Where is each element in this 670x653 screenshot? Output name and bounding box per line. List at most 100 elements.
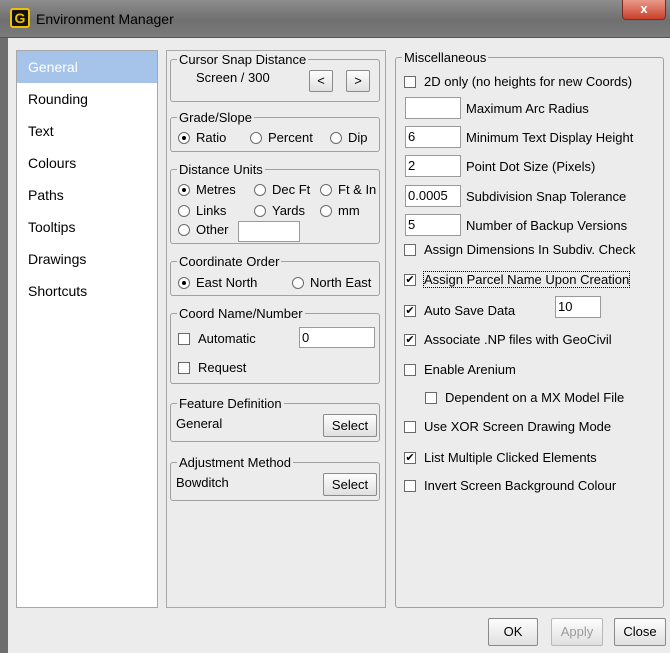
enable-arenium-checkbox[interactable]: Enable Arenium <box>404 362 516 377</box>
units-mm-radio[interactable]: mm <box>320 203 360 218</box>
adjustment-select-button[interactable]: Select <box>323 473 377 496</box>
radio-icon <box>292 276 304 289</box>
nav-item-drawings[interactable]: Drawings <box>17 243 157 275</box>
feature-definition-legend: Feature Definition <box>179 396 282 411</box>
units-other-radio[interactable]: Other <box>178 222 229 237</box>
min-text-height-input[interactable]: 6 <box>405 126 461 148</box>
units-ftin-radio[interactable]: Ft & In <box>320 182 376 197</box>
units-metres-radio[interactable]: Metres <box>178 182 236 197</box>
checkmark-icon: ✔ <box>404 273 416 286</box>
snap-increase-button[interactable]: > <box>346 70 370 92</box>
backup-versions-input[interactable]: 5 <box>405 214 461 236</box>
units-mm-label: mm <box>338 203 360 218</box>
snap-decrease-button[interactable]: < <box>309 70 333 92</box>
units-decft-radio[interactable]: Dec Ft <box>254 182 310 197</box>
two-d-only-label: 2D only (no heights for new Coords) <box>424 74 633 89</box>
units-decft-label: Dec Ft <box>272 182 311 197</box>
automatic-label: Automatic <box>198 331 256 346</box>
checkbox-icon <box>404 243 416 256</box>
units-links-radio[interactable]: Links <box>178 203 226 218</box>
radio-icon <box>320 183 332 196</box>
adjustment-method-legend: Adjustment Method <box>179 455 292 470</box>
units-other-input[interactable] <box>238 221 300 242</box>
feature-select-button[interactable]: Select <box>323 414 377 437</box>
title-bar: G Environment Manager x <box>0 0 670 38</box>
radio-selected-icon <box>178 183 190 196</box>
checkbox-icon <box>404 75 416 88</box>
order-north-east-radio[interactable]: North East <box>292 275 371 290</box>
units-ftin-label: Ft & In <box>338 182 377 197</box>
order-east-north-label: East North <box>196 275 258 290</box>
max-arc-radius-input[interactable] <box>405 97 461 119</box>
grade-slope-legend: Grade/Slope <box>179 110 252 125</box>
ok-button[interactable]: OK <box>488 618 538 646</box>
list-multiple-checkbox[interactable]: ✔ List Multiple Clicked Elements <box>404 450 597 465</box>
apply-button[interactable]: Apply <box>551 618 603 646</box>
auto-save-label: Auto Save Data <box>424 303 516 318</box>
point-dot-size-input[interactable]: 2 <box>405 155 461 177</box>
miscellaneous-legend: Miscellaneous <box>404 50 487 65</box>
request-checkbox[interactable]: Request <box>178 360 246 375</box>
category-list[interactable]: General Rounding Text Colours Paths Tool… <box>16 50 158 608</box>
nav-item-text[interactable]: Text <box>17 115 157 147</box>
assign-dimensions-label: Assign Dimensions In Subdiv. Check <box>424 242 636 257</box>
radio-icon <box>320 204 332 217</box>
nav-item-shortcuts[interactable]: Shortcuts <box>17 275 157 307</box>
assign-parcel-name-checkbox[interactable]: ✔ Assign Parcel Name Upon Creation <box>404 271 631 288</box>
xor-mode-checkbox[interactable]: Use XOR Screen Drawing Mode <box>404 419 611 434</box>
automatic-checkbox[interactable]: Automatic <box>178 331 256 346</box>
radio-selected-icon <box>178 131 190 144</box>
checkmark-icon: ✔ <box>404 451 416 464</box>
max-arc-radius-label: Maximum Arc Radius <box>466 101 589 116</box>
point-dot-size-label: Point Dot Size (Pixels) <box>466 159 596 174</box>
window-close-button[interactable]: x <box>622 0 666 20</box>
auto-save-interval-input[interactable]: 10 <box>555 296 601 318</box>
adjustment-method-value: Bowditch <box>176 475 229 490</box>
coordinate-order-legend: Coordinate Order <box>179 254 280 269</box>
nav-item-rounding[interactable]: Rounding <box>17 83 157 115</box>
backup-versions-label: Number of Backup Versions <box>466 218 628 233</box>
dependent-mx-label: Dependent on a MX Model File <box>445 390 625 405</box>
units-yards-radio[interactable]: Yards <box>254 203 305 218</box>
checkmark-icon: ✔ <box>404 333 416 346</box>
units-metres-label: Metres <box>196 182 236 197</box>
associate-np-checkbox[interactable]: ✔ Associate .NP files with GeoCivil <box>404 332 612 347</box>
checkbox-icon <box>404 479 416 492</box>
enable-arenium-label: Enable Arenium <box>424 362 516 377</box>
subdiv-snap-label: Subdivision Snap Tolerance <box>466 189 627 204</box>
nav-item-colours[interactable]: Colours <box>17 147 157 179</box>
feature-definition-value: General <box>176 416 223 431</box>
window-frame <box>0 38 8 653</box>
radio-icon <box>330 131 342 144</box>
associate-np-label: Associate .NP files with GeoCivil <box>424 332 612 347</box>
grade-dip-radio[interactable]: Dip <box>330 130 368 145</box>
window-title: Environment Manager <box>36 11 174 27</box>
radio-icon <box>254 183 266 196</box>
dependent-mx-checkbox[interactable]: Dependent on a MX Model File <box>425 390 624 405</box>
xor-mode-label: Use XOR Screen Drawing Mode <box>424 419 612 434</box>
cursor-snap-legend: Cursor Snap Distance <box>179 52 307 67</box>
nav-item-tooltips[interactable]: Tooltips <box>17 211 157 243</box>
units-links-label: Links <box>196 203 227 218</box>
nav-item-general[interactable]: General <box>17 51 157 83</box>
radio-icon <box>250 131 262 144</box>
close-button[interactable]: Close <box>614 618 666 646</box>
units-other-label: Other <box>196 222 229 237</box>
two-d-only-checkbox[interactable]: 2D only (no heights for new Coords) <box>404 74 632 89</box>
subdiv-snap-input[interactable]: 0.0005 <box>405 185 461 207</box>
radio-icon <box>178 204 190 217</box>
radio-selected-icon <box>178 276 190 289</box>
assign-parcel-name-label: Assign Parcel Name Upon Creation <box>422 271 631 288</box>
grade-ratio-radio[interactable]: Ratio <box>178 130 226 145</box>
order-east-north-radio[interactable]: East North <box>178 275 257 290</box>
grade-percent-radio[interactable]: Percent <box>250 130 313 145</box>
invert-bg-label: Invert Screen Background Colour <box>424 478 617 493</box>
assign-dimensions-checkbox[interactable]: Assign Dimensions In Subdiv. Check <box>404 242 635 257</box>
checkbox-icon <box>425 391 437 404</box>
invert-bg-checkbox[interactable]: Invert Screen Background Colour <box>404 478 616 493</box>
automatic-start-input[interactable]: 0 <box>299 327 375 348</box>
list-multiple-label: List Multiple Clicked Elements <box>424 450 597 465</box>
checkbox-icon <box>178 361 190 374</box>
nav-item-paths[interactable]: Paths <box>17 179 157 211</box>
auto-save-checkbox[interactable]: ✔ Auto Save Data <box>404 303 515 318</box>
